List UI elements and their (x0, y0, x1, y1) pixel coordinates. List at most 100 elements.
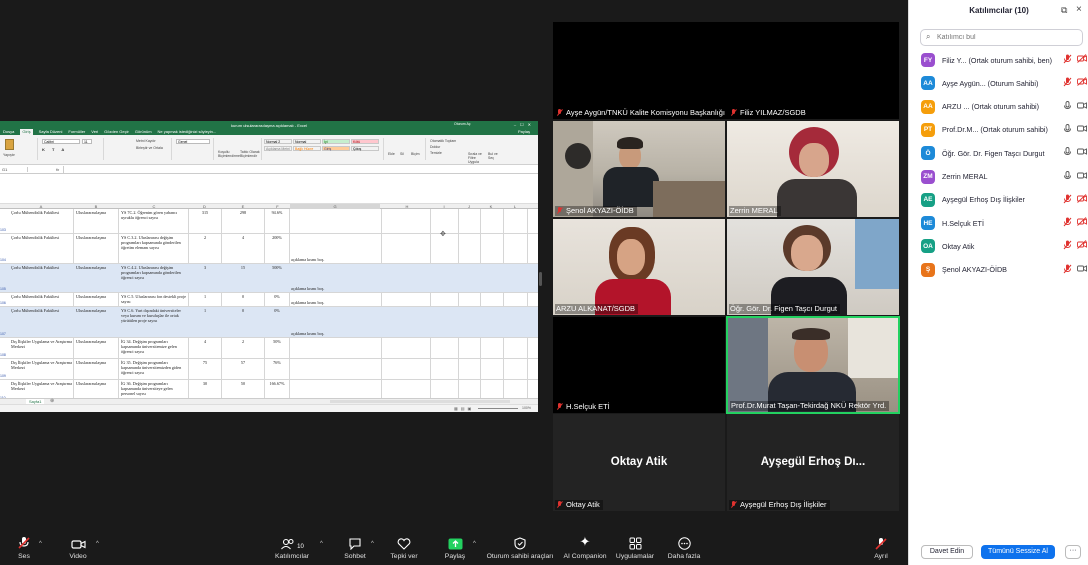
table-cell[interactable]: YS C.3.2. Uluslararası değişim programla… (121, 235, 187, 250)
mic-icon[interactable] (1063, 100, 1072, 113)
row-number[interactable]: 105 (0, 287, 10, 291)
table-cell[interactable]: Uluslararasılaşma (76, 308, 118, 313)
more-button[interactable]: Daha fazla (666, 533, 702, 565)
video-tile[interactable]: Zerrin MERAL (727, 121, 899, 217)
format-button[interactable]: Biçim (411, 152, 420, 156)
row-number[interactable]: 104 (0, 258, 10, 262)
mic-off-icon[interactable] (1063, 77, 1072, 89)
table-cell[interactable]: Dış İlişkiler Uygulama ve Araştırma Merk… (11, 381, 73, 391)
video-tile[interactable]: ARZU ALKANAT/SGDB (553, 219, 725, 315)
style-normal[interactable]: Normal (293, 139, 321, 144)
table-row[interactable]: 110Dış İlişkiler Uygulama ve Araştırma M… (0, 380, 538, 399)
video-off-icon[interactable] (1077, 54, 1087, 65)
participant-item[interactable]: AA Ayşe Aygün... (Oturum Sahibi) (921, 73, 1087, 93)
chevron-up-icon[interactable]: ^ (96, 541, 99, 547)
excel-window[interactable]: kurum ulsulararasılaşma açıklamalı - Exc… (0, 121, 538, 412)
table-row[interactable]: 109 Dış İlişkiler Uygulama ve Araştırma M… (0, 359, 538, 380)
table-cell[interactable]: 15 (223, 265, 263, 270)
chat-button[interactable]: Sohbet (340, 533, 370, 565)
table-cell[interactable]: 76% (266, 360, 288, 365)
close-icon[interactable]: × (1076, 4, 1082, 15)
row-number[interactable]: 103 (0, 228, 10, 232)
participant-item[interactable]: OA Oktay Atik (921, 236, 1087, 256)
table-cell[interactable]: Uluslararasılaşma (76, 381, 118, 386)
video-button[interactable]: Video (64, 533, 92, 565)
participant-item[interactable]: Ş Şenol AKYAZI-ÖİDB (921, 260, 1087, 280)
table-cell[interactable]: 30 (190, 381, 220, 386)
table-cell[interactable]: 50 (223, 381, 263, 386)
apps-button[interactable]: Uygulamalar (614, 533, 656, 565)
view-buttons[interactable]: ▦▤▣ (454, 406, 474, 411)
row-number[interactable]: 109 (0, 374, 10, 378)
table-cell[interactable]: 57 (223, 360, 263, 365)
mute-all-button[interactable]: Tümünü Sessize Al (981, 545, 1055, 559)
reactions-button[interactable]: Tepki ver (386, 533, 422, 565)
participant-item[interactable]: HE H.Selçuk ETİ (921, 213, 1087, 233)
sort-filter-button[interactable]: Sırala ve Filtre Uygula (468, 152, 486, 164)
video-tile[interactable]: Oktay Atik Oktay Atik (553, 414, 725, 511)
participant-item[interactable]: ZM Zerrin MERAL (921, 167, 1087, 187)
audio-button[interactable]: Ses (12, 533, 36, 565)
more-options-button[interactable]: ··· (1065, 545, 1081, 559)
merge-center-button[interactable]: Birleştir ve Ortala (136, 146, 163, 150)
table-cell[interactable]: 166.67% (266, 381, 288, 386)
video-camera-icon[interactable] (1077, 147, 1087, 158)
table-cell[interactable]: YS C.6. Yurt dışındaki üniversiteler vey… (121, 308, 187, 323)
search-input[interactable] (937, 32, 1077, 43)
leave-button[interactable]: Ayrıl (868, 533, 894, 565)
participant-item[interactable]: Ö Öğr. Gör. Dr. Figen Taşcı Durgut (921, 143, 1087, 163)
participants-button[interactable]: 10 Katılımcılar (272, 533, 312, 565)
table-cell[interactable]: YS C.4.2. Uluslararası değişim programla… (121, 265, 187, 280)
zoom-slider[interactable] (478, 408, 518, 409)
mic-off-icon[interactable] (1063, 217, 1072, 229)
table-cell[interactable]: 315 (190, 210, 220, 215)
table-cell[interactable]: YS 7C.2. Öğrenim gören yabancı uyruklu ö… (121, 210, 187, 220)
horizontal-scrollbar[interactable] (330, 400, 510, 403)
conditional-format-button[interactable]: Koşullu Biçimlendirme (218, 150, 240, 158)
table-cell[interactable]: 298 (223, 210, 263, 215)
style-linked[interactable]: Bağlı Hücre (293, 146, 321, 151)
format-as-table-button[interactable]: Tablo Olarak Biçimlendir (240, 150, 260, 158)
table-cell[interactable]: açıklama kısmı boş. (291, 300, 379, 305)
style-note[interactable]: Açıklama Metni (264, 146, 292, 151)
font-size-select[interactable]: 11 (82, 139, 92, 144)
active-speaker-tile[interactable]: Prof.Dr.Murat Taşan-Tekirdağ NKÜ Rektör … (726, 316, 900, 414)
table-row[interactable]: 108 Dış İlişkiler Uygulama ve Araştırma M… (0, 338, 538, 359)
table-row[interactable]: 107 Çorlu Mühendislik Fakültesi Uluslarara… (0, 307, 538, 338)
invite-button[interactable]: Davet Edin (921, 545, 973, 559)
video-camera-icon[interactable] (1077, 264, 1087, 275)
table-cell[interactable]: 4 (223, 235, 263, 240)
insert-button[interactable]: Ekle (388, 152, 395, 156)
table-cell[interactable]: 2 (223, 339, 263, 344)
chevron-up-icon[interactable]: ^ (39, 541, 42, 547)
table-cell[interactable]: Uluslararasılaşma (76, 235, 118, 240)
table-cell[interactable]: 75 (190, 360, 220, 365)
table-cell[interactable]: 0% (266, 294, 288, 299)
chevron-up-icon[interactable]: ^ (320, 541, 323, 547)
clear-button[interactable]: Temizle (430, 151, 442, 155)
participant-item[interactable]: PT Prof.Dr.M... (Ortak oturum sahibi) (921, 120, 1087, 140)
video-camera-icon[interactable] (1077, 124, 1087, 135)
mic-icon[interactable] (1063, 123, 1072, 136)
table-cell[interactable]: 200% (266, 235, 288, 240)
table-cell[interactable]: 3 (190, 265, 220, 270)
ai-companion-button[interactable]: ✦ AI Companion (562, 533, 608, 565)
bold-italic-underline[interactable]: K T A (42, 147, 67, 152)
video-tile[interactable]: Ayşegül Erhoş Dı... Ayşegül Erhoş Dış İl… (727, 414, 899, 511)
table-cell[interactable]: Uluslararasılaşma (76, 360, 118, 365)
row-number[interactable]: 106 (0, 301, 10, 305)
table-cell[interactable]: açıklama kısmı boş. (291, 257, 379, 262)
participant-search[interactable]: ⌕ (920, 29, 1083, 46)
row-number[interactable]: 107 (0, 332, 10, 336)
table-cell[interactable]: 1 (190, 294, 220, 299)
video-tile[interactable]: Filiz YILMAZ/SGDB (727, 107, 899, 119)
video-camera-icon[interactable] (1077, 101, 1087, 112)
participant-item[interactable]: AA ARZU ... (Ortak oturum sahibi) (921, 97, 1087, 117)
style-good[interactable]: İyi (322, 139, 350, 144)
style-bad[interactable]: Kötü (351, 139, 379, 144)
window-controls[interactable]: –☐✕ (514, 122, 535, 127)
mic-off-icon[interactable] (1063, 240, 1072, 252)
video-off-icon[interactable] (1077, 240, 1087, 251)
table-row[interactable]: 104 Çorlu Mühendislik Fakültesi Uluslarara… (0, 234, 538, 264)
video-off-icon[interactable] (1077, 217, 1087, 228)
